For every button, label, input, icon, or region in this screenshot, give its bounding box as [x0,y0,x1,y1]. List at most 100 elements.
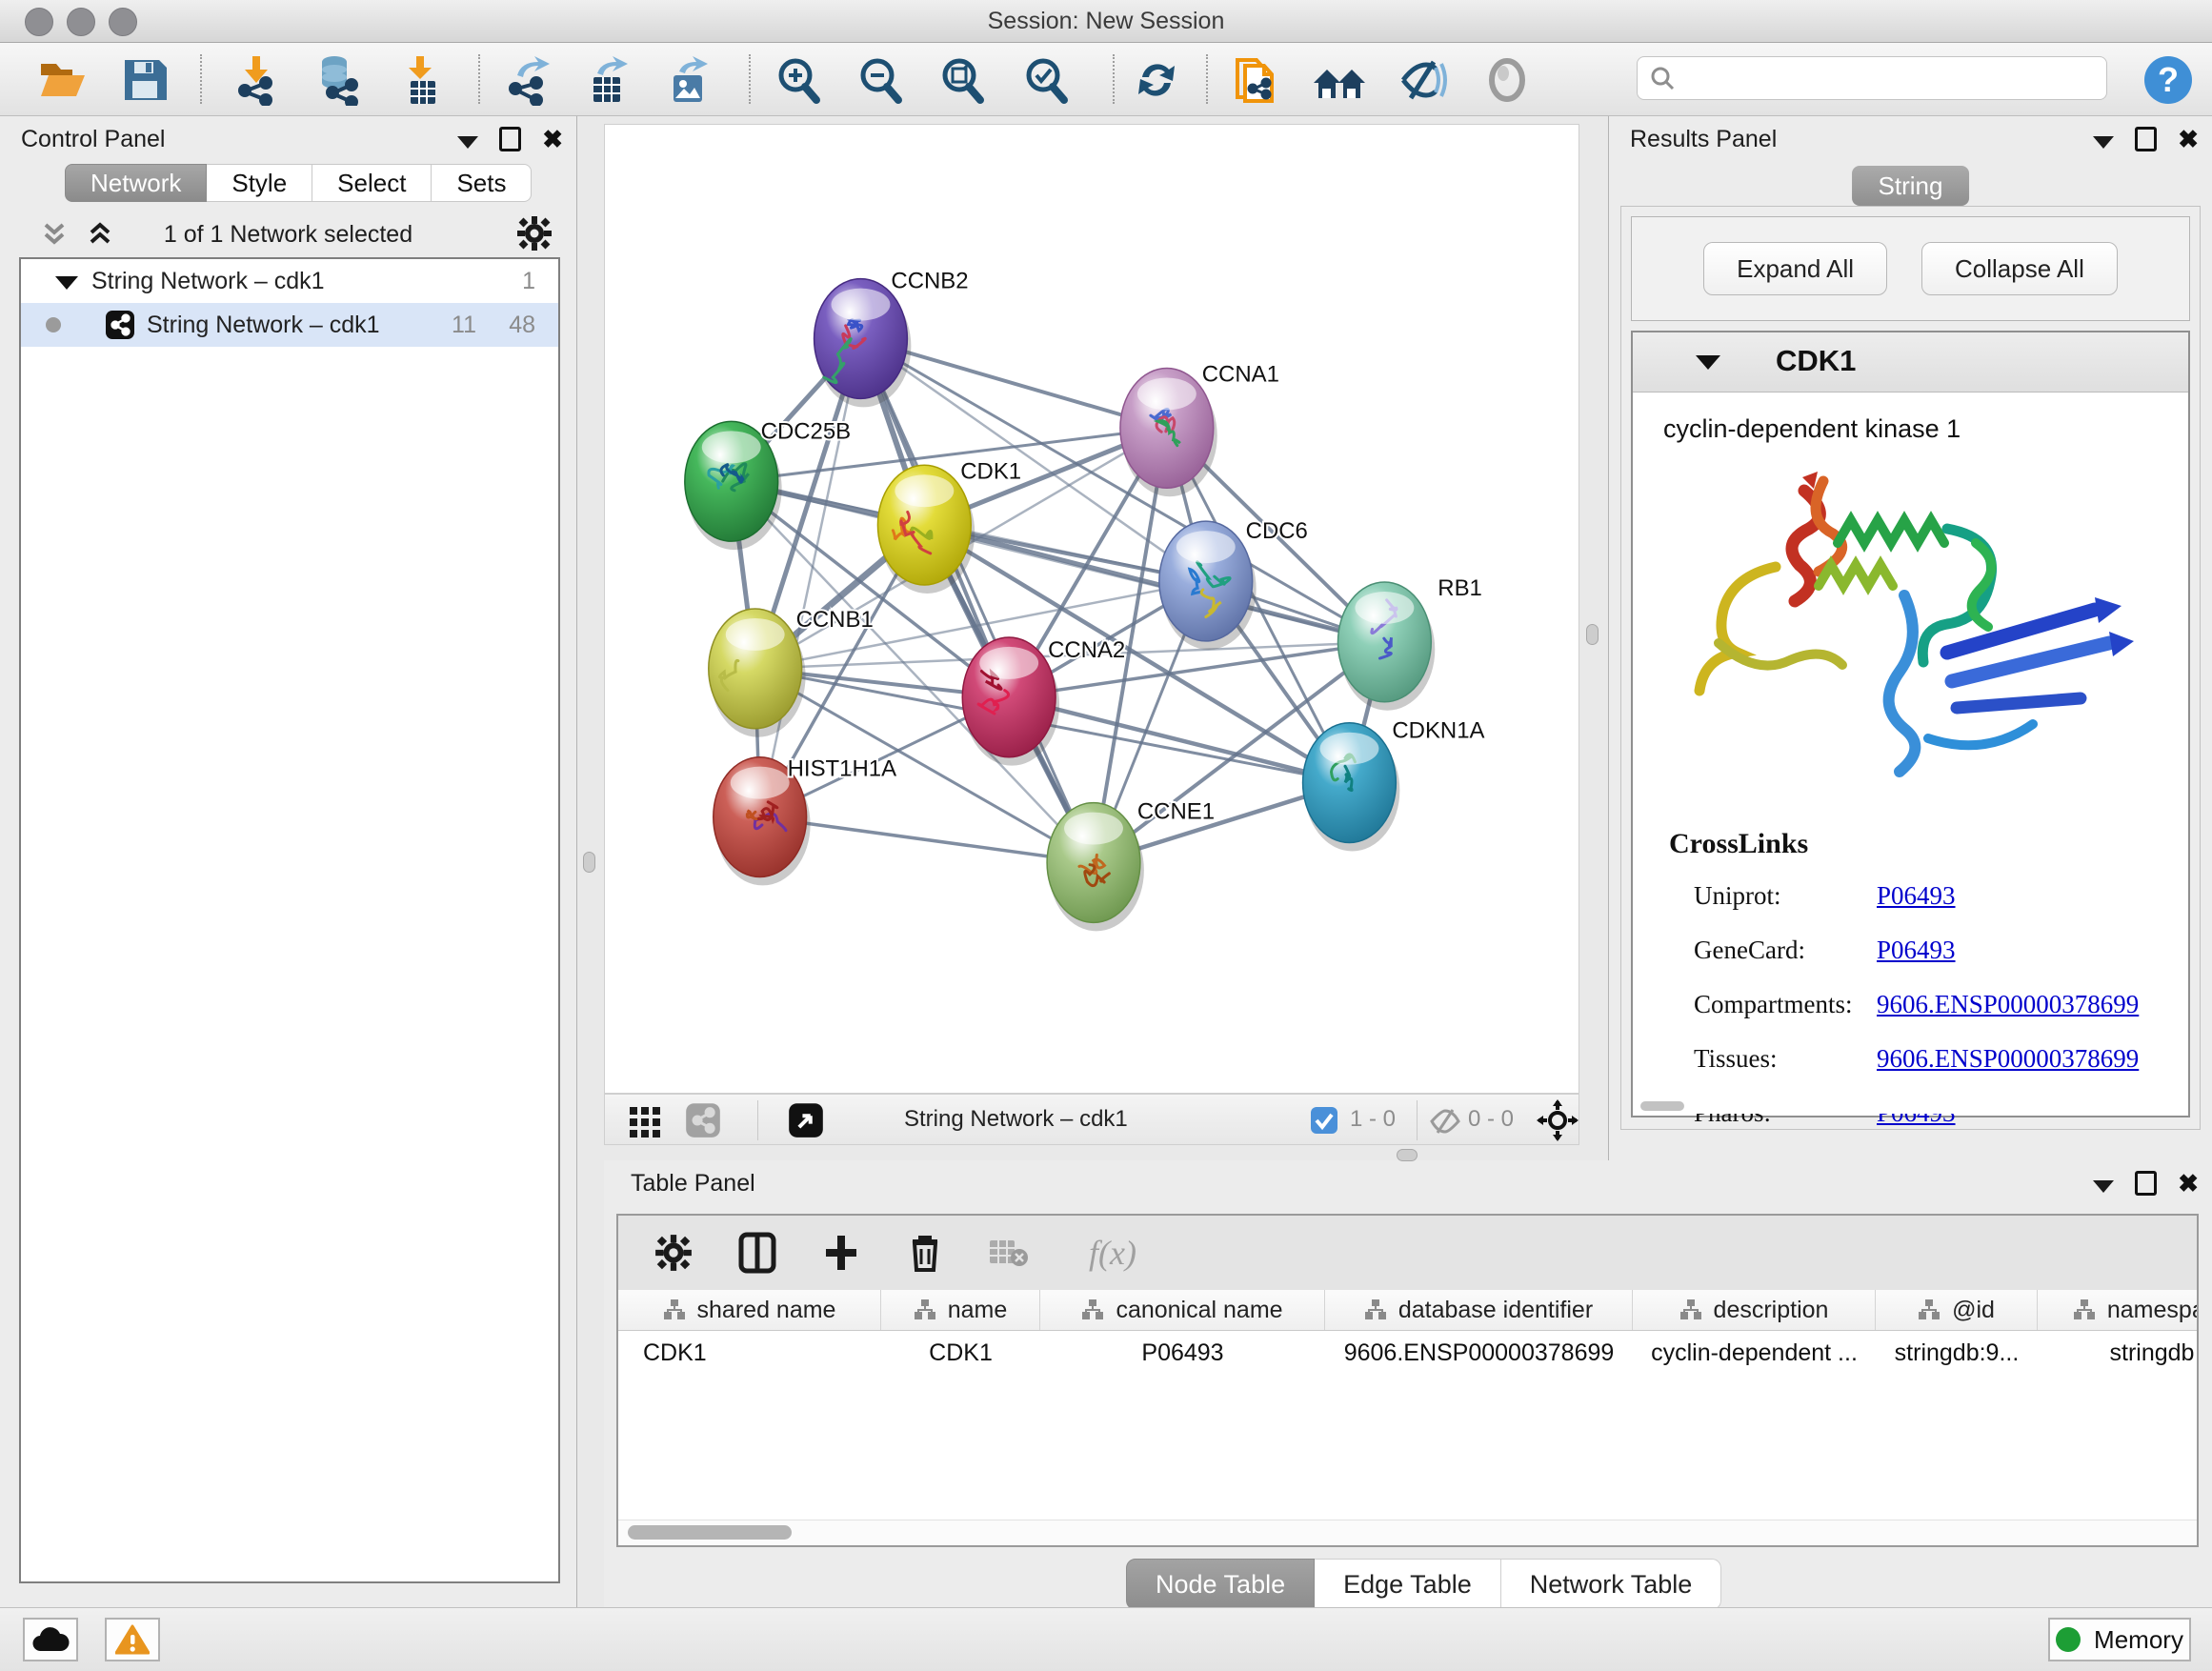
tab-select[interactable]: Select [312,164,432,202]
tab-style[interactable]: Style [207,164,312,202]
panel-collapse-icon[interactable] [2093,136,2114,149]
hidden-eye-icon[interactable] [1428,1104,1462,1138]
collection-label: String Network – cdk1 [91,268,325,295]
results-tab-string[interactable]: String [1852,166,1970,206]
column-header-id[interactable]: @id [1876,1290,2038,1330]
panel-close-icon[interactable]: ✖ [2178,1171,2199,1196]
splitter-handle[interactable] [1586,624,1599,645]
network-node-CCNA1[interactable]: CCNA1 [1120,361,1279,496]
disclosure-triangle-icon[interactable] [55,276,78,290]
zoom-fit-icon[interactable] [934,51,991,109]
zoom-in-icon[interactable] [770,51,827,109]
table-row[interactable]: CDK1CDK1P064939606.ENSP00000378699cyclin… [618,1331,2197,1375]
splitter-handle[interactable] [583,852,595,873]
memory-button[interactable]: Memory [2048,1618,2191,1661]
add-column-icon[interactable] [818,1230,864,1276]
table-type-tabs: Node TableEdge TableNetwork Table [1126,1559,1721,1610]
network-node-CCNA2[interactable]: CCNA2 [962,637,1125,766]
delete-column-trash-icon[interactable] [902,1230,948,1276]
panel-close-icon[interactable]: ✖ [542,127,563,151]
results-panel-header: Results Panel ✖ [1609,116,2212,162]
import-network-file-icon[interactable] [229,51,286,109]
import-table-file-icon[interactable] [392,51,450,109]
tab-sets[interactable]: Sets [432,164,532,202]
network-node-CCNB1[interactable]: CCNB1 [709,607,874,737]
expand-all-button[interactable]: Expand All [1703,242,1887,295]
grid-view-icon[interactable] [628,1103,662,1137]
network-node-CCNE1[interactable]: CCNE1 [1047,799,1215,932]
open-session-icon[interactable] [34,51,91,109]
node-result-header[interactable]: CDK1 [1633,332,2188,393]
export-image-icon[interactable] [659,51,716,109]
help-icon[interactable]: ? [2140,51,2197,109]
panel-float-icon[interactable] [2135,127,2157,151]
column-header-databaseidentifier[interactable]: database identifier [1325,1290,1633,1330]
network-list-toolbar: 1 of 1 Network selected [0,211,576,255]
column-header-namespace[interactable]: namespace [2038,1290,2199,1330]
search-icon [1649,65,1676,91]
crosslink-link[interactable]: P06493 [1877,881,1956,911]
results-hscrollbar[interactable] [1635,1098,2186,1114]
panel-float-icon[interactable] [499,127,521,151]
network-node-CDC25B[interactable]: CDC25B [685,418,851,550]
import-network-database-icon[interactable] [309,51,366,109]
table-hscrollbar[interactable] [618,1520,2197,1545]
zoom-selected-icon[interactable] [1017,51,1075,109]
network-collection-row[interactable]: String Network – cdk1 1 [21,259,558,303]
network-canvas[interactable]: CCNB2CCNA1CDC25BCDK1CDC6RB1CCNB1CCNA2CDK… [604,124,1579,1094]
crosslink-label: Uniprot: [1694,881,1781,911]
column-header-name[interactable]: name [881,1290,1040,1330]
show-all-eye-icon[interactable] [1478,51,1536,109]
tab-network-table[interactable]: Network Table [1501,1559,1722,1610]
edge-CDK1-RB1[interactable] [924,525,1384,642]
results-content: Expand All Collapse All CDK1 cyclin-depe… [1620,206,2201,1130]
network-node-RB1[interactable]: RB1 [1337,575,1481,711]
table-settings-gear-icon[interactable] [651,1230,696,1276]
search-input[interactable] [1676,64,2106,92]
crosslink-link[interactable]: 9606.ENSP00000378699 [1877,990,2139,1019]
export-table-icon[interactable] [579,51,636,109]
network-node-CDKN1A[interactable]: CDKN1A [1303,718,1485,852]
panel-close-icon[interactable]: ✖ [2178,127,2199,151]
search-field[interactable] [1637,56,2107,100]
tab-node-table[interactable]: Node Table [1126,1559,1315,1610]
collapse-all-button[interactable]: Collapse All [1921,242,2118,295]
edge-CCNB2-HIST1H1A[interactable] [760,339,861,817]
column-header-canonicalname[interactable]: canonical name [1040,1290,1325,1330]
crosslink-link[interactable]: 9606.ENSP00000378699 [1877,1044,2139,1074]
panel-collapse-icon[interactable] [457,136,478,149]
network-node-HIST1H1A[interactable]: HIST1H1A [714,756,896,886]
panel-collapse-icon[interactable] [2093,1180,2114,1193]
birds-eye-view-icon[interactable] [788,1102,824,1138]
network-share-view-icon[interactable] [685,1102,721,1138]
crosslink-link[interactable]: P06493 [1877,936,1956,965]
tab-network[interactable]: Network [65,164,207,202]
scrollbar-thumb[interactable] [628,1525,792,1540]
hide-selected-eye-icon[interactable] [1395,51,1452,109]
network-row[interactable]: String Network – cdk1 11 48 [21,303,558,347]
protein-structure-image [1661,453,2176,815]
network-options-gear-icon[interactable] [515,214,553,252]
crosslink-row: Compartments:9606.ENSP00000378699 [1694,990,2169,1028]
crosslink-label: GeneCard: [1694,936,1805,965]
column-header-description[interactable]: description [1633,1290,1876,1330]
fit-crosshair-icon[interactable] [1537,1099,1579,1141]
export-network-icon[interactable] [501,51,558,109]
home-icon[interactable] [1311,51,1368,109]
save-session-icon[interactable] [116,51,173,109]
panel-float-icon[interactable] [2135,1171,2157,1196]
refresh-icon[interactable] [1128,51,1185,109]
tab-edge-table[interactable]: Edge Table [1315,1559,1501,1610]
selected-checkbox-icon[interactable] [1310,1106,1338,1135]
warning-status-button[interactable] [105,1618,160,1661]
column-header-sharedname[interactable]: shared name [618,1290,881,1330]
zoom-out-icon[interactable] [852,51,909,109]
hierarchy-icon [1081,1299,1104,1321]
show-columns-icon[interactable] [734,1230,780,1276]
cloud-status-button[interactable] [23,1618,78,1661]
edge-CCNB2-CCNE1[interactable] [860,339,1094,863]
disclosure-triangle-icon[interactable] [1696,355,1720,370]
splitter-handle[interactable] [1397,1149,1418,1161]
clone-network-icon[interactable] [1227,51,1284,109]
node-label-CCNE1: CCNE1 [1137,799,1215,825]
